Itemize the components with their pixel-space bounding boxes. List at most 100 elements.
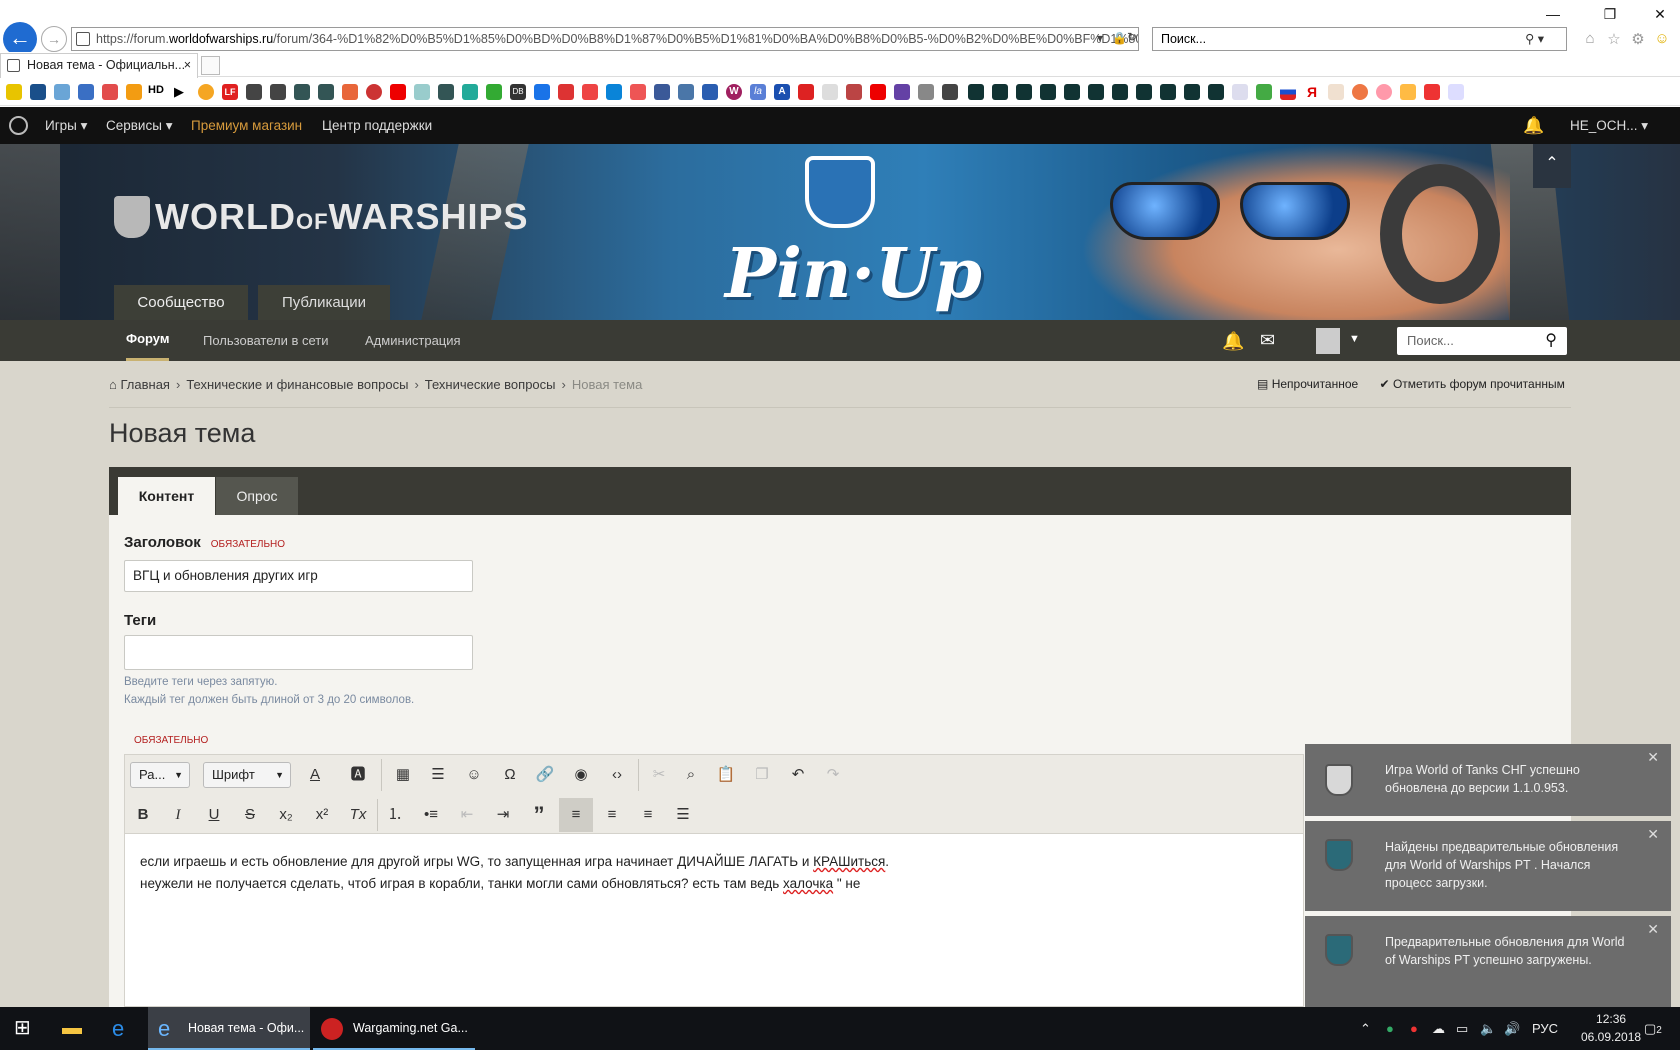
emoji-icon[interactable]: ☺ xyxy=(459,760,489,790)
fav-wg-icon[interactable] xyxy=(366,84,382,100)
fav-vk-icon[interactable] xyxy=(678,84,694,100)
fav-wot-icon[interactable] xyxy=(246,84,262,100)
fav-sun-icon[interactable] xyxy=(198,84,214,100)
file-explorer-icon[interactable]: ▬ xyxy=(62,1007,82,1050)
toast-close-icon[interactable]: ✕ xyxy=(1647,920,1659,938)
fav-windows-icon[interactable] xyxy=(606,84,622,100)
premium-shop-link[interactable]: Премиум магазин xyxy=(191,107,302,144)
minimize-button[interactable]: — xyxy=(1533,2,1573,26)
copy-icon[interactable]: ❐ xyxy=(747,760,777,790)
fav-globe-icon[interactable] xyxy=(54,84,70,100)
fav-coin-icon[interactable] xyxy=(486,84,502,100)
topic-title-input[interactable]: ВГЦ и обновления других игр xyxy=(124,560,473,592)
fav-lf-icon[interactable]: LF xyxy=(222,84,238,100)
notifications-bell-icon[interactable]: 🔔 xyxy=(1523,107,1544,144)
edge-icon[interactable]: e xyxy=(112,1007,124,1050)
clock[interactable]: 12:36 06.09.2018 xyxy=(1581,1010,1641,1046)
windows-start-icon[interactable]: ⊞ xyxy=(14,1007,31,1050)
fav-hd-icon[interactable]: HD xyxy=(148,84,170,100)
align-left-icon[interactable]: ≡ xyxy=(559,798,593,832)
taskbar-ie-app[interactable]: e Новая тема - Офи... xyxy=(148,1007,310,1050)
close-window-button[interactable]: ✕ xyxy=(1640,2,1680,26)
browser-search-input[interactable]: Поиск... ⚲ ▾ xyxy=(1152,27,1567,51)
maximize-button[interactable]: ❐ xyxy=(1590,2,1630,26)
fav-tool-icon[interactable] xyxy=(798,84,814,100)
fav-crown-icon[interactable] xyxy=(846,84,862,100)
format-size-dropdown[interactable]: Ра... ▼ xyxy=(130,762,190,788)
fav-wows-icon[interactable] xyxy=(294,84,310,100)
username-menu[interactable]: НЕ_ОСН... ▾ xyxy=(1570,107,1648,144)
fav-x4-icon[interactable] xyxy=(1040,84,1056,100)
address-bar[interactable]: https://forum.worldofwarships.ru/forum/3… xyxy=(71,27,1139,51)
numbered-list-icon[interactable]: ⒈ xyxy=(380,800,410,830)
mark-read-link[interactable]: Отметить форум прочитанным xyxy=(1393,377,1565,391)
font-dropdown[interactable]: Шрифт ▼ xyxy=(203,762,291,788)
browser-tab-active[interactable]: Новая тема - Официальн... × xyxy=(0,53,198,78)
fav-x5-icon[interactable] xyxy=(1064,84,1080,100)
avatar[interactable] xyxy=(1316,328,1340,354)
subnav-administration[interactable]: Администрация xyxy=(365,320,461,361)
forward-button[interactable]: → xyxy=(41,26,67,52)
fav-ie-icon[interactable] xyxy=(1448,84,1464,100)
world-of-warships-logo[interactable]: WORLDOFWARSHIPS xyxy=(155,196,529,238)
background-color-icon[interactable]: 🅰 xyxy=(343,760,373,790)
fav-x8-icon[interactable] xyxy=(1136,84,1152,100)
link-icon[interactable]: 🔗 xyxy=(530,760,560,790)
fav-yandex-icon[interactable]: Я xyxy=(1304,84,1320,100)
tray-network-icon[interactable]: ▭ xyxy=(1456,1007,1468,1050)
fav-wows3-icon[interactable] xyxy=(438,84,454,100)
fav-youtube2-icon[interactable] xyxy=(870,84,886,100)
tray-speaker-icon[interactable]: 🔈 xyxy=(1480,1007,1496,1050)
spoiler-eye-icon[interactable]: ◉ xyxy=(566,760,596,790)
paste-icon[interactable]: 📋 xyxy=(711,760,741,790)
fav-youtube-icon[interactable] xyxy=(390,84,406,100)
fav-at-icon[interactable] xyxy=(462,84,478,100)
fav-pocket-icon[interactable] xyxy=(630,84,646,100)
fav-chart-icon[interactable] xyxy=(1328,84,1344,100)
new-tab-button[interactable] xyxy=(201,56,220,75)
tags-input[interactable] xyxy=(124,635,473,670)
fav-pen-icon[interactable] xyxy=(582,84,598,100)
fav-wot2-icon[interactable] xyxy=(270,84,286,100)
tab-poll[interactable]: Опрос xyxy=(216,477,298,515)
search-icon[interactable]: ⚲ ▾ xyxy=(1525,28,1544,50)
wargaming-logo-icon[interactable] xyxy=(9,116,28,135)
fav-forum-icon[interactable] xyxy=(342,84,358,100)
collapse-header-button[interactable]: ⌃ xyxy=(1533,144,1571,188)
toast-close-icon[interactable]: ✕ xyxy=(1647,748,1659,766)
fav-w-icon[interactable]: W xyxy=(726,84,742,100)
code-icon[interactable]: ‹› xyxy=(602,760,632,790)
smiley-icon[interactable]: ☺ xyxy=(1652,30,1672,48)
align-right-icon[interactable]: ≡ xyxy=(633,800,663,830)
tray-expand-icon[interactable]: ⌃ xyxy=(1360,1007,1371,1050)
fav-pencil-icon[interactable] xyxy=(1400,84,1416,100)
tab-content[interactable]: Контент xyxy=(118,477,215,515)
breadcrumb-tech-questions[interactable]: Технические вопросы xyxy=(425,377,556,392)
bold-icon[interactable]: B xyxy=(128,800,158,830)
horizontal-rule-icon[interactable]: ☰ xyxy=(423,760,453,790)
superscript-icon[interactable]: x² xyxy=(307,800,337,830)
bullet-list-icon[interactable]: •≡ xyxy=(416,800,446,830)
fav-x6-icon[interactable] xyxy=(1088,84,1104,100)
tray-volume-icon[interactable]: 🔊 xyxy=(1504,1007,1520,1050)
table-icon[interactable]: ▦ xyxy=(388,760,418,790)
breadcrumb-home[interactable]: Главная xyxy=(120,377,169,392)
fav-a-icon[interactable]: A xyxy=(774,84,790,100)
subscript-icon[interactable]: x₂ xyxy=(271,800,301,830)
fav-x1-icon[interactable] xyxy=(968,84,984,100)
cut-icon[interactable]: ✂ xyxy=(644,760,674,790)
unread-link[interactable]: Непрочитанное xyxy=(1272,377,1359,391)
action-center-icon[interactable]: ▢2 xyxy=(1644,1007,1662,1050)
quote-icon[interactable]: ” xyxy=(524,800,554,830)
bell-icon[interactable]: 🔔 xyxy=(1222,331,1244,352)
tray-wg-icon[interactable]: ● xyxy=(1410,1007,1418,1050)
fav-x7-icon[interactable] xyxy=(1112,84,1128,100)
tray-green-icon[interactable]: ● xyxy=(1386,1007,1394,1050)
search-icon[interactable]: ⚲ xyxy=(1545,327,1557,355)
tab-community[interactable]: Сообщество xyxy=(114,285,248,320)
refresh-icon[interactable]: ↻ xyxy=(1127,30,1137,44)
support-center-link[interactable]: Центр поддержки xyxy=(322,107,432,144)
favorites-star-icon[interactable]: ☆ xyxy=(1604,30,1624,48)
fav-green-icon[interactable] xyxy=(1256,84,1272,100)
home-icon[interactable]: ⌂ xyxy=(1580,30,1600,48)
